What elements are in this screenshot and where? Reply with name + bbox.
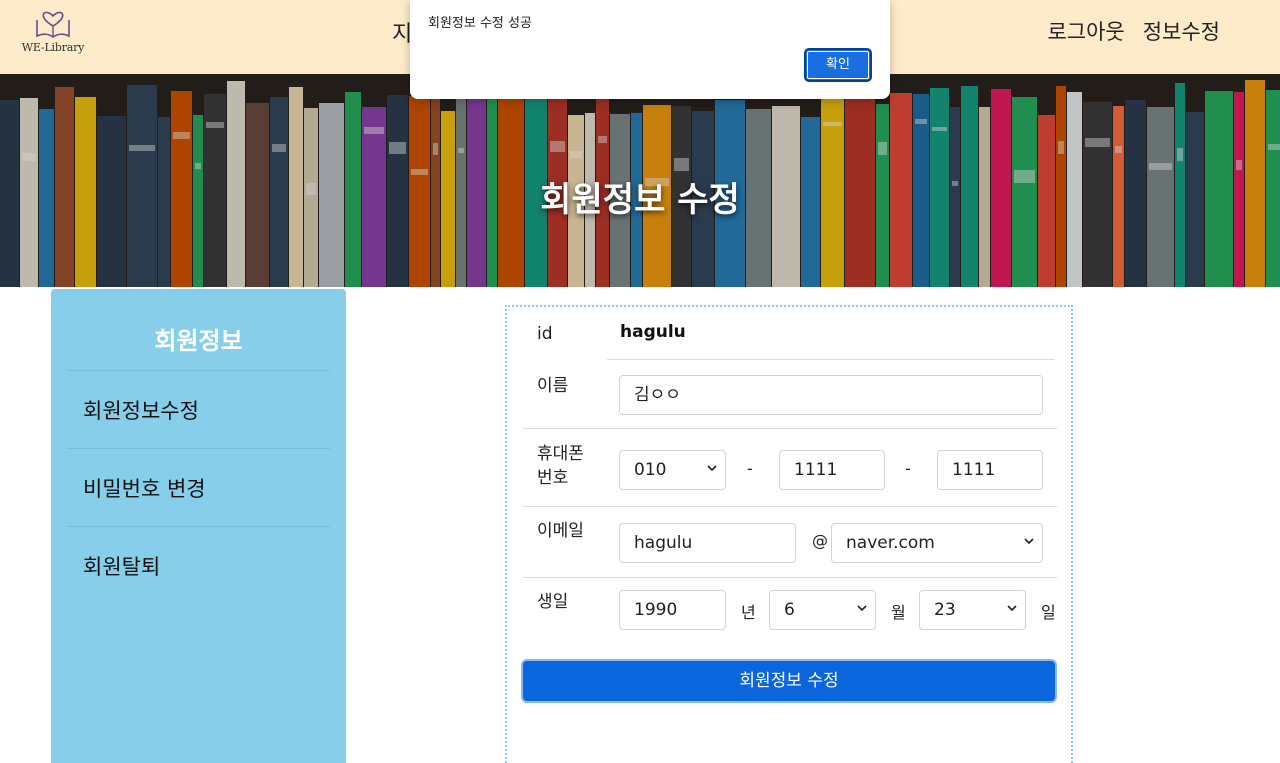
phone-last-input[interactable]: 1111 <box>937 450 1043 490</box>
banner-bookshelf: 회원정보 수정 <box>0 74 1280 287</box>
edit-form: id hagulu 이름 김ㅇㅇ 휴대폰 번호 010 - 1111 - 111… <box>505 305 1073 763</box>
alert-dialog: 회원정보 수정 성공 확인 <box>410 0 890 99</box>
logout-link[interactable]: 로그아웃 <box>1047 16 1124 46</box>
birth-year-input[interactable]: 1990 <box>619 590 726 630</box>
sidebar-item-change-password[interactable]: 비밀번호 변경 <box>67 448 330 526</box>
sidebar-item-withdraw[interactable]: 회원탈퇴 <box>67 526 330 604</box>
sidebar-item-edit-info[interactable]: 회원정보수정 <box>67 370 330 448</box>
phone-label: 휴대폰 번호 <box>537 444 584 488</box>
phone-row: 휴대폰 번호 010 - 1111 - 1111 <box>523 429 1057 507</box>
book-heart-icon <box>36 11 70 38</box>
name-label: 이름 <box>537 376 569 396</box>
chevron-down-icon <box>1007 605 1017 612</box>
edit-info-link[interactable]: 정보수정 <box>1143 16 1220 46</box>
year-suffix: 년 <box>741 603 756 622</box>
sidebar: 회원정보 회원정보수정 비밀번호 변경 회원탈퇴 <box>51 289 346 763</box>
name-row: 이름 김ㅇㅇ <box>523 360 1057 429</box>
phone-separator: - <box>905 459 911 478</box>
birth-label: 생일 <box>537 592 569 612</box>
birth-day-select[interactable]: 23 <box>919 590 1026 630</box>
sidebar-title: 회원정보 <box>154 327 243 355</box>
alert-message: 회원정보 수정 성공 <box>428 16 532 31</box>
phone-separator: - <box>747 459 753 478</box>
id-label: id <box>537 324 553 344</box>
email-domain-select[interactable]: naver.com <box>831 523 1043 563</box>
email-at-sign: @ <box>812 531 828 550</box>
banner-title: 회원정보 수정 <box>540 180 740 220</box>
submit-button[interactable]: 회원정보 수정 <box>521 659 1057 703</box>
chevron-down-icon <box>707 465 717 472</box>
chevron-down-icon <box>1024 538 1034 545</box>
email-local-input[interactable]: hagulu <box>619 523 796 563</box>
email-label: 이메일 <box>537 521 584 541</box>
logo-text: WE-Library <box>21 41 85 54</box>
id-value: hagulu <box>620 322 686 342</box>
alert-ok-button[interactable]: 확인 <box>804 48 872 82</box>
month-suffix: 월 <box>891 603 906 622</box>
id-row: id hagulu <box>523 307 1057 360</box>
phone-middle-input[interactable]: 1111 <box>779 450 885 490</box>
user-nav: 로그아웃 정보수정 <box>1047 16 1220 46</box>
email-row: 이메일 hagulu @ naver.com <box>523 507 1057 578</box>
chevron-down-icon <box>857 605 867 612</box>
phone-prefix-select[interactable]: 010 <box>619 450 726 490</box>
logo[interactable]: WE-Library <box>20 8 86 64</box>
birth-month-select[interactable]: 6 <box>769 590 876 630</box>
birth-row: 생일 1990 년 6 월 23 일 <box>523 578 1057 648</box>
day-suffix: 일 <box>1041 603 1056 622</box>
name-input[interactable]: 김ㅇㅇ <box>619 375 1043 415</box>
